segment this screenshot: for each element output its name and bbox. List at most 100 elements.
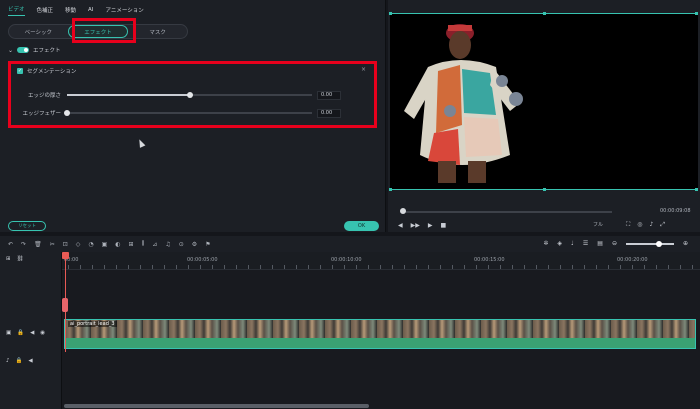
video-clip[interactable]: ai_portrait_lead_3 (64, 319, 696, 349)
ruler-tick (128, 265, 129, 269)
ruler-tick (380, 265, 381, 269)
playhead-handle[interactable] (62, 252, 69, 259)
snapshot-icon[interactable]: ◎ (637, 221, 642, 229)
delete-icon[interactable]: 🗑 (34, 241, 42, 248)
zoom-out-icon[interactable]: ⊖ (612, 240, 617, 247)
ruler-tick (464, 265, 465, 269)
ruler-tick (680, 265, 681, 269)
ruler-tick (416, 265, 417, 269)
lock-icon[interactable]: 🔒 (17, 330, 24, 336)
split-icon[interactable]: ⫼ (142, 240, 145, 248)
quality-dropdown[interactable]: フル (593, 221, 603, 228)
ruler-tick (596, 265, 597, 269)
zoom-slider[interactable] (625, 240, 674, 247)
tab-motion[interactable]: 移動 (65, 6, 76, 14)
fullscreen-icon[interactable]: ⛶ (626, 221, 630, 229)
ruler-tick (572, 265, 573, 269)
transform-icon[interactable]: ⊿ (152, 241, 157, 248)
picture-icon[interactable]: ▤ (597, 240, 603, 247)
ruler-tick (452, 265, 453, 269)
play-icon[interactable]: ▶ (428, 222, 433, 229)
redo-icon[interactable]: ↷ (21, 241, 26, 248)
expand-icon[interactable]: ⤢ (660, 221, 665, 229)
close-icon[interactable]: × (361, 66, 366, 73)
stop-icon[interactable]: ■ (440, 222, 446, 229)
playhead-marker[interactable] (62, 298, 68, 312)
mic-icon[interactable]: ⊙ (179, 241, 184, 248)
ruler-timecode: 00:00:20:00 (617, 257, 648, 263)
tab-animation[interactable]: アニメーション (105, 6, 143, 14)
edge-feather-value[interactable]: 0.00 (317, 108, 341, 118)
zoom-knob[interactable] (655, 240, 662, 247)
marker-icon[interactable]: ⚑ (205, 241, 210, 248)
ruler-tick (248, 265, 249, 269)
edge-feather-row: エッジフェザー 0.00 (15, 108, 355, 118)
scrubber-knob[interactable] (400, 208, 406, 214)
edge-feather-label: エッジフェザー (22, 111, 61, 117)
tag-icon[interactable]: ◇ (76, 241, 81, 248)
cut-icon[interactable]: ✂ (50, 241, 55, 248)
mask-icon[interactable]: ⊞ (129, 241, 134, 248)
slider-knob[interactable] (186, 92, 193, 98)
timeline-scrollbar[interactable] (64, 404, 369, 408)
resize-handle[interactable] (389, 12, 392, 15)
ruler-tick (368, 265, 369, 269)
edge-feather-slider[interactable] (64, 110, 312, 116)
lock-icon[interactable]: 🔒 (16, 358, 23, 364)
volume-icon[interactable]: ◀ (28, 358, 32, 364)
resize-handle[interactable] (695, 12, 698, 15)
playback-scrubber[interactable] (400, 211, 612, 213)
shield-icon[interactable]: ◈ (557, 240, 562, 247)
settings-icon[interactable]: ⚙ (192, 241, 197, 248)
crop-icon[interactable]: ⊡ (63, 241, 68, 248)
step-back-icon[interactable]: ◀ (398, 222, 403, 229)
edge-thickness-value[interactable]: 0.00 (317, 90, 341, 100)
volume-icon[interactable]: ♪ (649, 221, 653, 229)
add-track-icon[interactable]: ⊞ (6, 256, 11, 262)
ruler-tick (656, 265, 657, 269)
tab-color[interactable]: 色補正 (37, 6, 54, 14)
ruler-tick (620, 265, 621, 269)
ruler-tick (488, 265, 489, 269)
resize-handle[interactable] (543, 188, 546, 191)
zoom-in-icon[interactable]: ⊕ (683, 240, 688, 247)
timeline-ruler[interactable]: 00:00 00:00:05:00 00:00:10:00 00:00:15:0… (62, 252, 700, 270)
tab-video[interactable]: ビデオ (8, 5, 25, 16)
undo-icon[interactable]: ↶ (8, 241, 13, 248)
reset-button[interactable]: リセット (8, 221, 46, 231)
slider-knob[interactable] (64, 110, 70, 116)
mic-record-icon[interactable]: ♩ (571, 240, 574, 247)
render-icon[interactable]: ✲ (543, 240, 548, 247)
ruler-tick (260, 265, 261, 269)
mixer-icon[interactable]: ☰ (583, 240, 588, 247)
eye-icon[interactable]: ◉ (40, 330, 45, 336)
play-pause-icon[interactable]: ▶▶ (411, 222, 420, 229)
resize-handle[interactable] (389, 188, 392, 191)
ruler-tick (356, 265, 357, 269)
speed-icon[interactable]: ◔ (88, 241, 93, 248)
ruler-tick (116, 265, 117, 269)
edge-thickness-slider[interactable] (67, 92, 312, 98)
effect-section-header[interactable]: ⌄ エフェクト (0, 44, 386, 56)
tab-ai[interactable]: AI (88, 7, 93, 13)
ruler-tick (68, 265, 69, 269)
resize-handle[interactable] (695, 188, 698, 191)
audio-icon[interactable]: ♫ (165, 241, 170, 248)
ruler-tick (176, 265, 177, 269)
link-icon[interactable]: ⛓ (17, 256, 24, 262)
ok-button[interactable]: OK (344, 221, 379, 231)
chevron-down-icon[interactable]: ⌄ (8, 47, 13, 54)
volume-icon[interactable]: ◀ (30, 330, 34, 336)
ruler-tick (152, 265, 153, 269)
video-track-icon: ▣ (6, 330, 12, 336)
freeze-icon[interactable]: ▣ (102, 241, 108, 248)
preview-canvas[interactable] (390, 13, 698, 189)
highlight-effect-tab (72, 18, 136, 43)
effect-toggle[interactable] (17, 47, 30, 53)
color-icon[interactable]: ◐ (115, 241, 120, 248)
checkbox-icon[interactable]: ✓ (17, 68, 23, 74)
ruler-tick (632, 265, 633, 269)
segment-basic[interactable]: ベーシック (9, 25, 68, 38)
resize-handle[interactable] (543, 12, 546, 15)
segment-mask[interactable]: マスク (128, 25, 187, 38)
